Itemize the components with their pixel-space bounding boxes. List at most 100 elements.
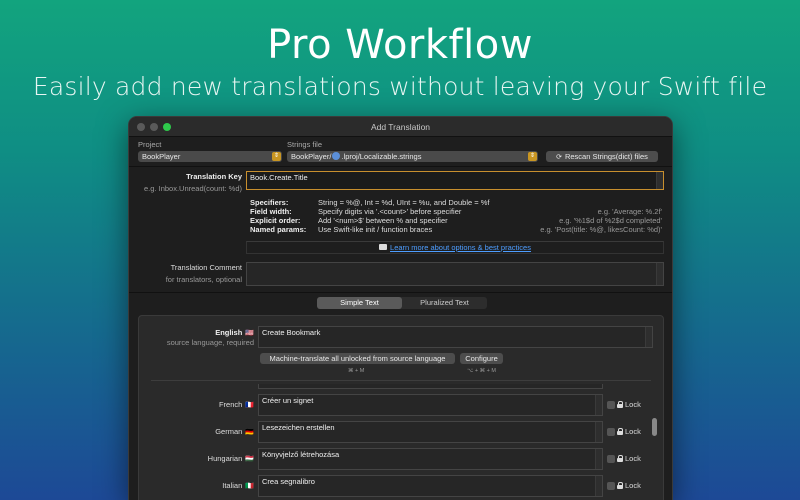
scrollbar-thumb[interactable] [652,418,657,436]
scrollbar[interactable] [595,422,602,442]
help-value: Use Swift-like init / function braces [318,225,433,234]
project-label: Project [138,140,162,149]
video-icon [379,244,388,251]
help-row-field-width: Field width: Specify digits via '.<count… [250,207,662,216]
strings-file-select[interactable]: BookPlayer/ .lproj/Localizable.strings ⇕ [287,151,538,162]
project-select-value: BookPlayer [142,152,181,161]
lock-icon [617,455,623,462]
help-key: Specifiers: [250,198,289,207]
globe-icon [332,152,341,161]
configure-button[interactable]: Configure [460,353,503,364]
source-text-input[interactable]: Create Bookmark [258,326,653,348]
strings-file-suffix: .lproj/Localizable.strings [341,152,422,161]
refresh-icon: ⟳ [556,154,562,161]
help-value: String = %@, Int = %d, UInt = %u, and Do… [318,198,490,207]
lock-label: Lock [625,454,641,463]
translation-comment-input[interactable] [246,262,664,286]
scrollbar[interactable] [645,327,652,347]
translation-input-french[interactable]: Créer un signet [258,394,603,416]
help-key: Explicit order: [250,216,301,225]
strings-file-prefix: BookPlayer/ [291,152,332,161]
translation-comment-hint: for translators, optional [165,275,242,284]
lock-checkbox[interactable] [607,481,615,490]
help-value: Specify digits via '.<count>' before spe… [318,207,462,216]
it-flag-icon: 🇮🇹 [245,483,254,490]
source-language-label: English 🇺🇸 [139,328,254,337]
hero-subtitle: Easily add new translations without leav… [32,72,768,101]
divider [129,166,672,167]
source-language-name: English [215,328,243,337]
lock-toggle-hungarian[interactable]: Lock [607,454,641,463]
window-titlebar[interactable]: Add Translation [129,117,672,137]
window-title: Add Translation [370,121,431,132]
translation-input-italian[interactable]: Crea segnalibro [258,475,603,497]
language-name: Hungarian [207,454,243,463]
help-example: e.g. '%1$d of %2$d completed' [559,216,662,225]
translation-value: Crea segnalibro [262,477,315,486]
translation-comment-label: Translation Comment [170,263,242,272]
lock-label: Lock [625,481,641,490]
rescan-button[interactable]: ⟳ Rescan Strings(dict) files [546,151,658,162]
lock-checkbox[interactable] [607,427,615,436]
translation-key-label: Translation Key [186,172,242,181]
learn-more-link[interactable]: Learn more about options & best practice… [390,243,531,252]
translation-value: Créer un signet [262,396,314,405]
translation-value: Lesezeichen erstellen [262,423,335,432]
lock-checkbox[interactable] [607,400,615,409]
lock-toggle-german[interactable]: Lock [607,427,641,436]
source-text-value: Create Bookmark [262,328,321,337]
lock-icon [617,401,623,408]
help-key: Field width: [250,207,292,216]
tab-simple-text[interactable]: Simple Text [317,297,402,309]
lock-checkbox[interactable] [607,454,615,463]
scrollbar[interactable] [595,449,602,469]
help-example: e.g. 'Average: %.2f' [597,207,662,216]
tab-pluralized-text[interactable]: Pluralized Text [402,297,487,309]
configure-shortcut: ⌥ + ⌘ + M [467,368,496,374]
translations-scrollbar[interactable] [651,388,658,500]
help-key: Named params: [250,225,307,234]
list-item-partial [258,384,603,389]
translation-key-value: Book.Create.Title [250,173,308,182]
lock-toggle-italian[interactable]: Lock [607,481,641,490]
fr-flag-icon: 🇫🇷 [245,402,254,409]
close-window-button[interactable] [137,123,145,131]
zoom-window-button[interactable] [163,123,171,131]
lock-label: Lock [625,427,641,436]
lock-icon [617,428,623,435]
rescan-button-label: Rescan Strings(dict) files [564,152,648,161]
lock-label: Lock [625,400,641,409]
translation-key-input[interactable]: Book.Create.Title [246,171,664,190]
help-value: Add '<num>$' between % and specifier [318,216,448,225]
translation-input-hungarian[interactable]: Könyvjelző létrehozása [258,448,603,470]
list-item-language: Italian 🇮🇹 [139,481,254,490]
language-name: French [218,400,243,409]
add-translation-window: Add Translation Project BookPlayer ⇕ Str… [128,116,673,500]
translation-input-german[interactable]: Lesezeichen erstellen [258,421,603,443]
translation-value: Könyvjelző létrehozása [262,450,340,459]
list-item-language: German 🇩🇪 [139,427,254,436]
us-flag-icon: 🇺🇸 [245,330,254,337]
window-controls [137,123,171,131]
list-item-language: French 🇫🇷 [139,400,254,409]
translations-panel: English 🇺🇸 source language, required Crea… [138,315,664,500]
strings-file-label: Strings file [287,140,323,149]
scrollbar[interactable] [656,263,663,285]
scrollbar[interactable] [595,476,602,496]
learn-more-row: Learn more about options & best practice… [246,241,664,254]
lock-toggle-french[interactable]: Lock [607,400,641,409]
help-example: e.g. 'Post(title: %@, likesCount: %d)' [540,225,662,234]
translation-key-hint: e.g. Inbox.Unread(count: %d) [144,184,242,193]
divider [129,292,672,293]
language-name: German [215,427,243,436]
minimize-window-button[interactable] [150,123,158,131]
scrollbar[interactable] [656,172,663,189]
divider [151,380,651,381]
project-select[interactable]: BookPlayer ⇕ [138,151,282,162]
help-row-named-params: Named params: Use Swift-like init / func… [250,225,662,234]
scrollbar[interactable] [595,395,602,415]
machine-translate-button[interactable]: Machine-translate all unlocked from sour… [260,353,455,364]
hero-title: Pro Workflow [267,22,533,68]
source-language-hint: source language, required [166,338,254,347]
help-row-explicit-order: Explicit order: Add '<num>$' between % a… [250,216,662,225]
